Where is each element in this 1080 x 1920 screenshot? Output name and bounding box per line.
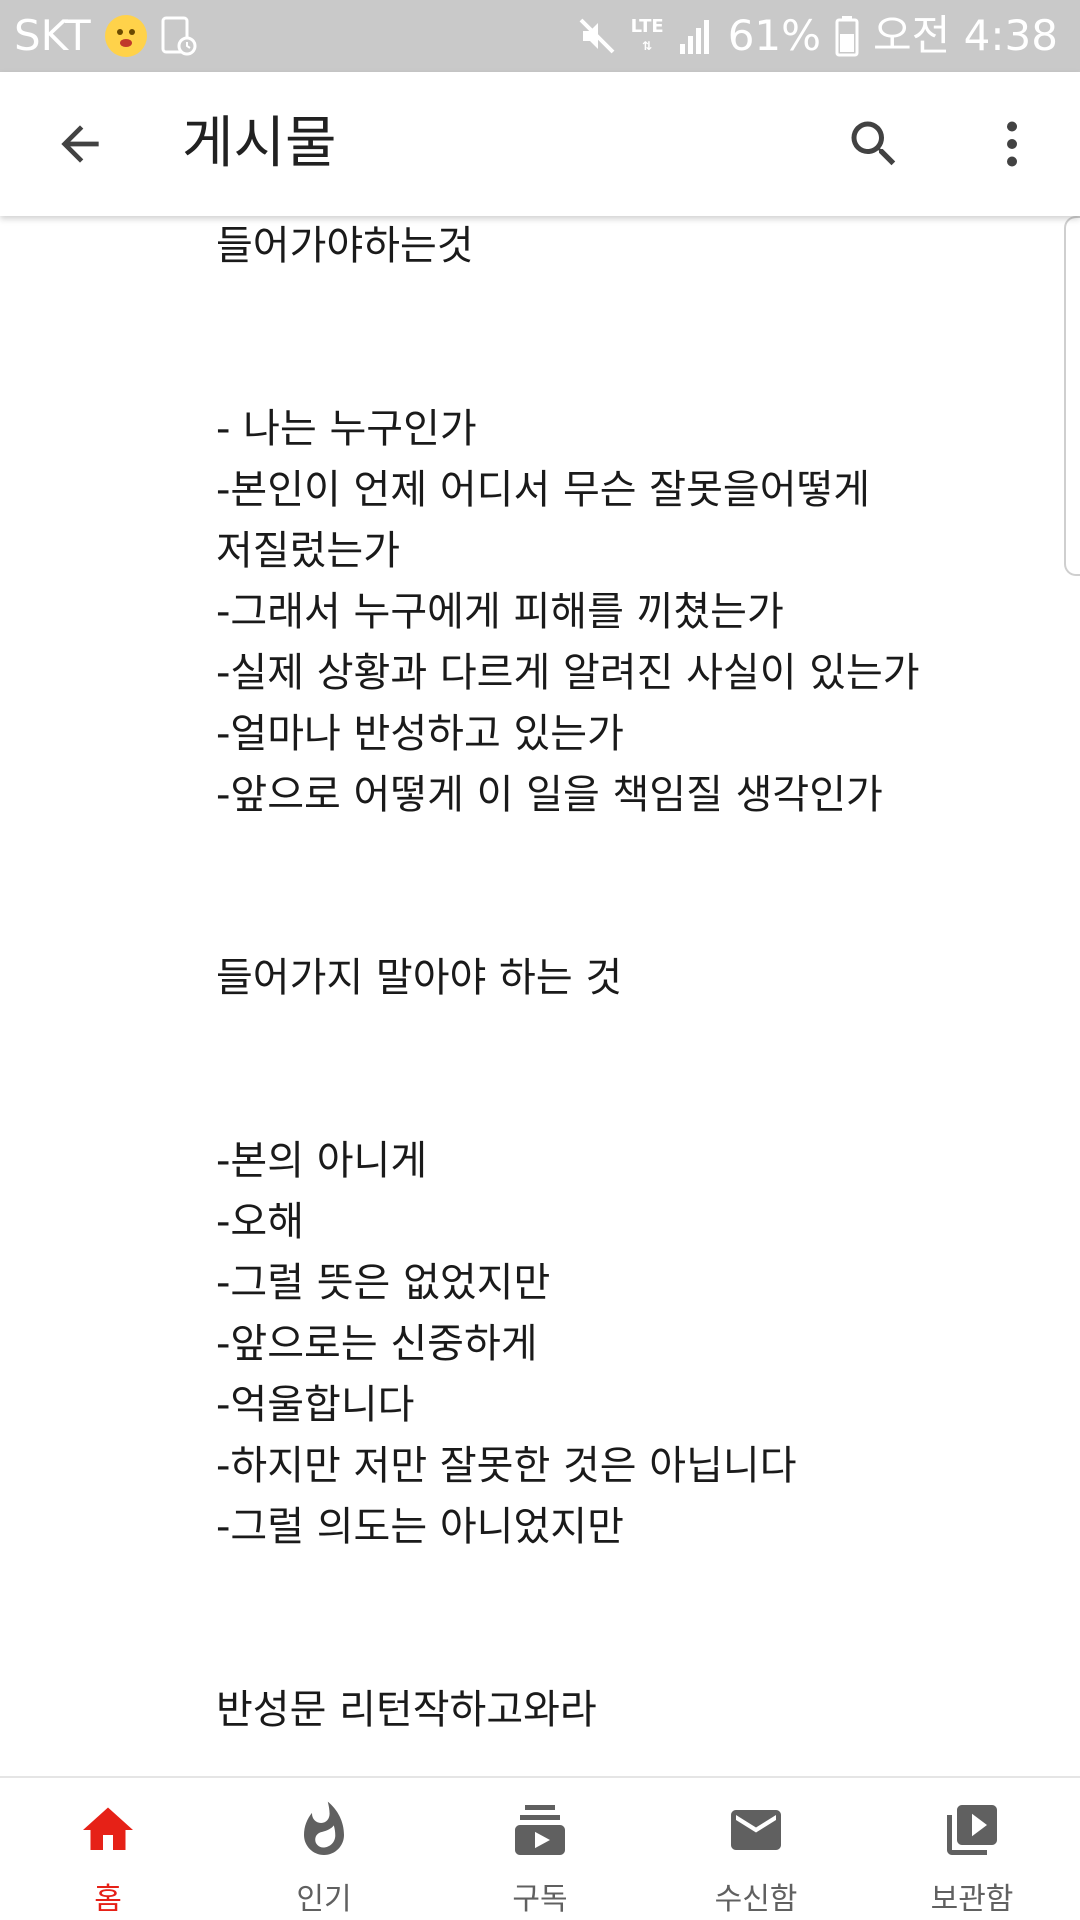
post-content[interactable]: 들어가야하는것 - 나는 누구인가 -본인이 언제 어디서 무슨 잘못을어떻게저질렀… xyxy=(0,216,1080,1776)
post-line xyxy=(216,826,1036,887)
more-vert-icon xyxy=(1007,121,1017,167)
post-line: 저질렀는가 xyxy=(216,528,400,574)
battery-percent: 61% xyxy=(727,11,822,60)
status-bar: SKT LTE ⇅ 61% 오전 4:38 xyxy=(0,0,1080,72)
post-body: 들어가야하는것 - 나는 누구인가 -본인이 언제 어디서 무슨 잘못을어떻게저질렀… xyxy=(216,216,1036,1741)
battery-icon xyxy=(835,16,859,57)
post-line xyxy=(216,277,1036,338)
back-button[interactable] xyxy=(44,108,116,180)
post-line: -본의 아니게 xyxy=(216,1138,428,1184)
signal-icon xyxy=(679,20,709,54)
nav-label-home: 홈 xyxy=(94,1882,122,1917)
nav-label-inbox: 수신함 xyxy=(714,1882,798,1917)
post-line: -그래서 누구에게 피해를 끼쳤는가 xyxy=(216,589,784,635)
inbox-mail-icon xyxy=(731,1810,781,1850)
carrier-label: SKT xyxy=(14,11,91,60)
subscriptions-icon xyxy=(515,1805,565,1855)
more-options-button[interactable] xyxy=(976,108,1048,180)
post-line: -그럴 의도는 아니었지만 xyxy=(216,1504,624,1550)
post-line: -얼마나 반성하고 있는가 xyxy=(216,711,624,757)
nav-item-subscriptions[interactable]: 구독 xyxy=(432,1778,648,1920)
post-line: -하지만 저만 잘못한 것은 아닙니다 xyxy=(216,1443,797,1489)
post-line xyxy=(216,1558,1036,1619)
lte-arrows-icon: ⇅ xyxy=(642,38,653,53)
post-line: 들어가지 말아야 하는 것 xyxy=(216,955,623,1001)
post-line: -오해 xyxy=(216,1199,305,1245)
post-line xyxy=(216,1619,1036,1680)
nav-item-inbox[interactable]: 수신함 xyxy=(648,1778,864,1920)
nav-label-trending: 인기 xyxy=(296,1882,352,1917)
nav-label-library: 보관함 xyxy=(930,1882,1014,1917)
lte-label: LTE ⇅ xyxy=(630,15,664,55)
library-icon xyxy=(947,1805,997,1855)
nav-label-subscriptions: 구독 xyxy=(512,1882,568,1917)
emoji-face-icon xyxy=(104,15,147,57)
clock: 오전 4:38 xyxy=(873,11,1058,60)
nav-item-library[interactable]: 보관함 xyxy=(864,1778,1080,1920)
mute-icon xyxy=(579,18,615,54)
lte-text: LTE xyxy=(630,15,664,37)
page-title: 게시물 xyxy=(182,111,337,176)
post-line: -앞으로 어떻게 이 일을 책임질 생각인가 xyxy=(216,772,883,818)
post-line: -본인이 언제 어디서 무슨 잘못을어떻게 xyxy=(216,467,871,513)
search-icon xyxy=(851,121,896,166)
status-right: LTE ⇅ 61% 오전 4:38 xyxy=(577,0,1058,72)
bottom-nav: 홈 인기 구독 수신함 보관함 xyxy=(0,1776,1080,1920)
post-line xyxy=(216,887,1036,948)
nav-item-trending[interactable]: 인기 xyxy=(216,1778,432,1920)
post-line xyxy=(216,338,1036,399)
post-line: 반성문 리턴작하고와라 xyxy=(216,1687,597,1733)
post-line: 들어가야하는것 xyxy=(216,223,474,269)
trending-flame-icon xyxy=(304,1801,344,1855)
home-icon xyxy=(83,1807,133,1850)
nav-item-home[interactable]: 홈 xyxy=(0,1778,216,1920)
post-line xyxy=(216,1009,1036,1070)
post-line: -실제 상황과 다르게 알려진 사실이 있는가 xyxy=(216,650,920,696)
screen: SKT LTE ⇅ 61% 오전 4:38 게시물 들어가야하는것 - 나는 누… xyxy=(0,0,1080,1920)
search-button[interactable] xyxy=(838,108,910,180)
back-arrow-icon xyxy=(61,125,99,163)
screenshot-app-icon xyxy=(161,16,197,56)
scrollbar-handle[interactable] xyxy=(1064,216,1080,576)
app-bar: 게시물 xyxy=(0,72,1080,216)
status-left: SKT xyxy=(14,0,197,72)
post-line xyxy=(216,1070,1036,1131)
post-line: -그럴 뜻은 없었지만 xyxy=(216,1260,551,1306)
post-line: -앞으로는 신중하게 xyxy=(216,1321,538,1367)
post-line: -억울합니다 xyxy=(216,1382,415,1428)
post-line: - 나는 누구인가 xyxy=(216,406,477,452)
